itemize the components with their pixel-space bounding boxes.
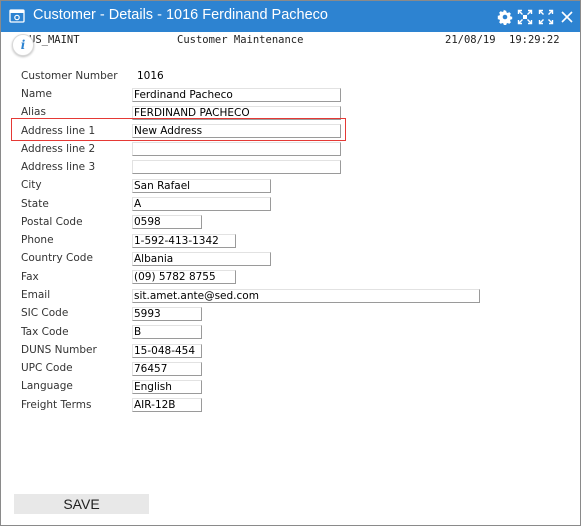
address-line-1-highlight xyxy=(11,118,346,141)
freight-terms-field[interactable]: AIR-12B xyxy=(132,398,202,412)
header-time: 19:29:22 xyxy=(509,34,560,46)
phone-field[interactable]: 1-592-413-1342 xyxy=(132,234,236,248)
state-field[interactable]: A xyxy=(132,197,271,211)
email-label: Email xyxy=(21,289,51,301)
gear-icon[interactable] xyxy=(497,9,513,25)
upc-code-field[interactable]: 76457 xyxy=(132,362,202,376)
save-button[interactable]: SAVE xyxy=(14,494,149,514)
duns-number-field[interactable]: 15-048-454 xyxy=(132,344,202,358)
header-date: 21/08/19 xyxy=(445,34,496,46)
postal-code-label: Postal Code xyxy=(21,216,83,228)
screen-title: Customer Maintenance xyxy=(177,34,304,46)
address-line-3-field[interactable] xyxy=(132,160,341,174)
close-icon[interactable] xyxy=(559,9,575,25)
upc-code-label: UPC Code xyxy=(21,362,73,374)
customer-number-value: 1016 xyxy=(137,70,164,82)
address-line-2-field[interactable] xyxy=(132,142,341,156)
language-field[interactable]: English xyxy=(132,380,202,394)
sic-code-field[interactable]: 5993 xyxy=(132,307,202,321)
address-line-3-label: Address line 3 xyxy=(21,161,96,173)
address-line-2-label: Address line 2 xyxy=(21,143,96,155)
info-icon[interactable]: i xyxy=(12,34,34,56)
maximize-icon[interactable] xyxy=(538,9,554,25)
country-code-label: Country Code xyxy=(21,252,93,264)
fax-field[interactable]: (09) 5782 8755 xyxy=(132,270,236,284)
fax-label: Fax xyxy=(21,271,39,283)
title-bar[interactable]: Customer - Details - 1016 Ferdinand Pach… xyxy=(1,1,580,32)
sic-code-label: SIC Code xyxy=(21,307,69,319)
alias-label: Alias xyxy=(21,106,46,118)
country-code-field[interactable]: Albania xyxy=(132,252,271,266)
freight-terms-label: Freight Terms xyxy=(21,399,92,411)
tax-code-field[interactable]: B xyxy=(132,325,202,339)
tax-code-label: Tax Code xyxy=(21,326,69,338)
city-field[interactable]: San Rafael xyxy=(132,179,271,193)
postal-code-field[interactable]: 0598 xyxy=(132,215,202,229)
email-field[interactable]: sit.amet.ante@sed.com xyxy=(132,289,480,303)
app-icon xyxy=(9,9,25,23)
restore-icon[interactable] xyxy=(517,9,533,25)
name-field[interactable]: Ferdinand Pacheco xyxy=(132,88,341,102)
state-label: State xyxy=(21,198,49,210)
phone-label: Phone xyxy=(21,234,54,246)
city-label: City xyxy=(21,179,42,191)
program-name: US_MAINT xyxy=(29,34,80,46)
duns-number-label: DUNS Number xyxy=(21,344,97,356)
name-label: Name xyxy=(21,88,52,100)
language-label: Language xyxy=(21,380,73,392)
customer-details-window: Customer - Details - 1016 Ferdinand Pach… xyxy=(0,0,581,526)
customer-number-label: Customer Number xyxy=(21,70,118,82)
window-title: Customer - Details - 1016 Ferdinand Pach… xyxy=(33,7,328,23)
